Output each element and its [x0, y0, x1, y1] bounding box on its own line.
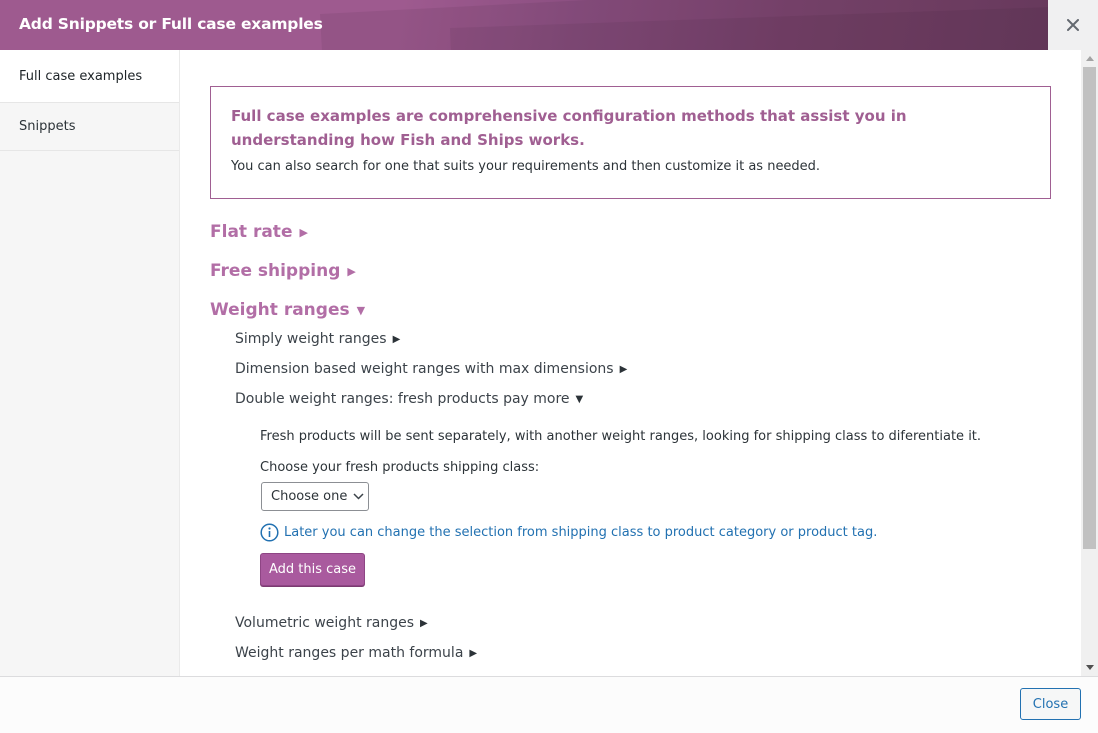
- case-label: Volumetric weight ranges: [235, 615, 415, 631]
- category-flat-rate[interactable]: Flat rate ▶: [210, 222, 308, 242]
- case-label: Weight ranges per math formula: [235, 645, 464, 661]
- sidebar-item-label: Snippets: [19, 119, 76, 134]
- close-x-icon: [1067, 19, 1079, 31]
- dialog-title: Add Snippets or Full case examples: [19, 15, 323, 33]
- intro-box: Full case examples are comprehensive con…: [210, 86, 1051, 199]
- intro-text: You can also search for one that suits y…: [231, 159, 821, 174]
- content-panel: Full case examples are comprehensive con…: [181, 50, 1081, 676]
- expand-arrow-icon: ▶: [347, 264, 356, 278]
- dialog-header: Add Snippets or Full case examples: [0, 0, 1048, 50]
- case-simply-weight-ranges[interactable]: Simply weight ranges ▶: [235, 331, 400, 347]
- close-button[interactable]: Close: [1020, 688, 1081, 720]
- case-label: Double weight ranges: fresh products pay…: [235, 391, 570, 407]
- case-weight-ranges-math-formula[interactable]: Weight ranges per math formula ▶: [235, 645, 477, 661]
- category-label: Free shipping: [210, 261, 341, 281]
- add-this-case-button[interactable]: Add this case: [260, 553, 365, 586]
- category-label: Weight ranges: [210, 300, 350, 320]
- dialog-footer: Close: [0, 676, 1098, 733]
- sidebar-item-full-case-examples[interactable]: Full case examples: [0, 50, 179, 103]
- case-volumetric-weight-ranges[interactable]: Volumetric weight ranges ▶: [235, 615, 428, 631]
- expand-arrow-icon: ▶: [469, 647, 478, 659]
- sidebar: Full case examples Snippets: [0, 50, 180, 676]
- shipping-class-label: Choose your fresh products shipping clas…: [260, 460, 540, 475]
- collapse-arrow-icon: ▼: [575, 393, 584, 405]
- collapse-arrow-icon: ▼: [356, 303, 366, 317]
- vertical-scrollbar[interactable]: [1081, 50, 1098, 676]
- category-free-shipping[interactable]: Free shipping ▶: [210, 261, 356, 281]
- dialog-close-button[interactable]: [1048, 0, 1098, 50]
- case-double-weight-ranges[interactable]: Double weight ranges: fresh products pay…: [235, 391, 583, 407]
- case-label: Simply weight ranges: [235, 331, 387, 347]
- intro-lead: Full case examples are comprehensive con…: [231, 107, 907, 149]
- category-weight-ranges[interactable]: Weight ranges ▼: [210, 300, 365, 320]
- case-dimension-based-weight-ranges[interactable]: Dimension based weight ranges with max d…: [235, 361, 627, 377]
- expand-arrow-icon: ▶: [392, 333, 401, 345]
- shipping-class-select[interactable]: Choose one: [261, 482, 369, 511]
- scrollbar-thumb[interactable]: [1083, 67, 1096, 549]
- select-value: Choose one: [271, 489, 348, 504]
- sidebar-item-label: Full case examples: [19, 68, 143, 84]
- info-text: Later you can change the selection from …: [284, 525, 878, 540]
- category-label: Flat rate: [210, 222, 293, 242]
- case-label: Dimension based weight ranges with max d…: [235, 361, 614, 377]
- scroll-up-arrow-icon[interactable]: [1081, 50, 1098, 67]
- expand-arrow-icon: ▶: [420, 617, 428, 629]
- chevron-down-icon: [353, 493, 364, 500]
- expand-arrow-icon: ▶: [299, 225, 308, 239]
- expand-arrow-icon: ▶: [619, 363, 628, 375]
- scroll-down-arrow-icon[interactable]: [1081, 659, 1098, 676]
- info-note: Later you can change the selection from …: [260, 523, 877, 542]
- case-description: Fresh products will be sent separately, …: [260, 429, 982, 444]
- sidebar-item-snippets[interactable]: Snippets: [0, 103, 179, 151]
- info-icon: [260, 523, 279, 542]
